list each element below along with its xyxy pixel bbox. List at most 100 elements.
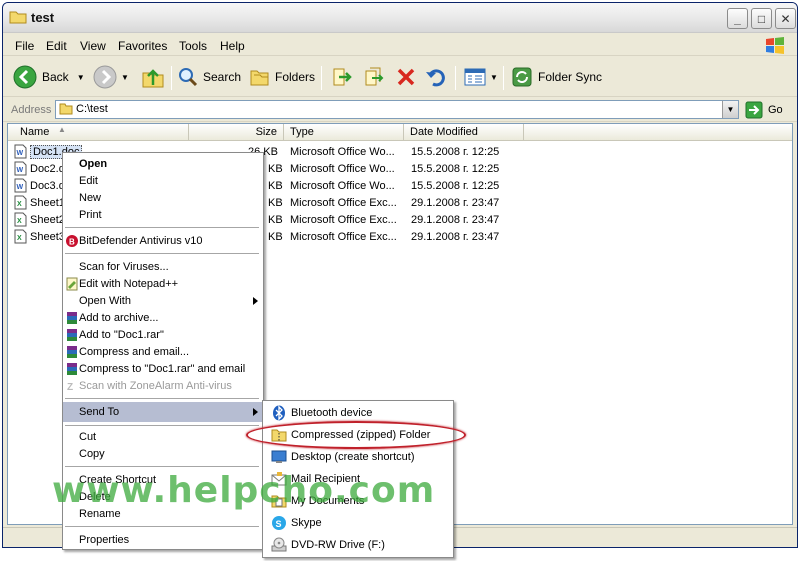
submenu-arrow-icon	[253, 297, 258, 305]
back-dropdown-icon[interactable]: ▼	[77, 73, 85, 82]
send-to-skype[interactable]: S Skype	[263, 512, 453, 534]
file-date: 15.5.2008 г. 12:25	[411, 180, 500, 192]
menu-favorites[interactable]: Favorites	[118, 39, 167, 53]
move-to-button[interactable]	[331, 65, 353, 89]
file-size: KB	[268, 231, 283, 243]
file-type: Microsoft Office Wo...	[290, 146, 395, 158]
column-header-name[interactable]: Name ▲	[8, 124, 189, 141]
column-header-type[interactable]: Type	[284, 124, 404, 141]
views-icon	[464, 68, 486, 86]
file-name: Doc3.d	[30, 180, 65, 192]
menu-item-copy[interactable]: Copy	[63, 446, 263, 463]
sort-ascending-icon: ▲	[58, 125, 66, 134]
folder-sync-label: Folder Sync	[538, 70, 603, 84]
file-date: 29.1.2008 г. 23:47	[411, 214, 500, 226]
search-button[interactable]: Search	[177, 65, 241, 89]
menu-item-bitdefender[interactable]: B BitDefender Antivirus v10	[63, 233, 263, 250]
menu-bar: File Edit View Favorites Tools Help	[3, 34, 797, 56]
search-label: Search	[203, 70, 242, 84]
windows-logo-icon	[766, 37, 784, 54]
menu-edit[interactable]: Edit	[46, 39, 67, 53]
address-input[interactable]: C:\test ▼	[55, 100, 739, 119]
menu-item-scan-viruses[interactable]: Scan for Viruses...	[63, 259, 263, 276]
file-type: Microsoft Office Exc...	[290, 231, 397, 243]
copy-to-button[interactable]	[363, 65, 385, 89]
desktop-icon	[271, 450, 287, 463]
menu-item-cut[interactable]: Cut	[63, 429, 263, 446]
folder-sync-icon	[512, 67, 532, 87]
folder-icon	[59, 103, 73, 115]
folder-icon	[9, 11, 27, 24]
menu-item-send-to[interactable]: Send To	[63, 402, 263, 422]
menu-item-add-rar[interactable]: Add to "Doc1.rar"	[63, 327, 263, 344]
address-bar: Address C:\test ▼ Go	[3, 98, 797, 122]
watermark: www.helpcho.com	[52, 470, 436, 511]
svg-text:X: X	[17, 201, 22, 208]
forward-dropdown-icon[interactable]: ▼	[121, 73, 129, 82]
folder-sync-button[interactable]: Folder Sync	[511, 65, 602, 89]
column-header-filler	[524, 124, 792, 141]
menu-help[interactable]: Help	[220, 39, 245, 53]
title-bar[interactable]: test _ □ ✕	[3, 3, 797, 33]
views-dropdown-icon[interactable]: ▼	[490, 73, 498, 82]
winrar-icon	[67, 312, 77, 324]
submenu-arrow-icon	[253, 408, 258, 416]
undo-button[interactable]	[425, 65, 447, 89]
excel-document-icon: X	[14, 229, 27, 244]
toolbar: Back ▼ ▼ Search Folders ▼ Folder Sync	[3, 57, 797, 97]
go-arrow-icon	[745, 101, 763, 119]
menu-view[interactable]: View	[80, 39, 106, 53]
menu-item-new[interactable]: New	[63, 190, 263, 207]
address-dropdown-button[interactable]: ▼	[722, 101, 738, 118]
menu-item-compress-rar-email[interactable]: Compress to "Doc1.rar" and email	[63, 361, 263, 378]
word-document-icon: W	[14, 161, 27, 176]
close-button[interactable]: ✕	[775, 8, 796, 29]
address-value: C:\test	[76, 103, 108, 115]
maximize-button[interactable]: □	[751, 8, 772, 29]
menu-item-print[interactable]: Print	[63, 207, 263, 224]
svg-text:W: W	[17, 150, 24, 157]
word-document-icon: W	[14, 178, 27, 193]
word-document-icon: W	[14, 144, 27, 159]
file-name: Sheet1	[30, 197, 65, 209]
file-size: KB	[268, 214, 283, 226]
back-button[interactable]: Back ▼	[13, 65, 85, 89]
svg-text:Z: Z	[67, 382, 73, 393]
file-size: KB	[268, 163, 283, 175]
up-folder-icon	[142, 69, 164, 88]
send-to-dvd-drive[interactable]: DVD-RW Drive (F:)	[263, 534, 453, 556]
winrar-icon	[67, 363, 77, 375]
excel-document-icon: X	[14, 212, 27, 227]
excel-document-icon: X	[14, 195, 27, 210]
minimize-button[interactable]: _	[727, 8, 748, 29]
column-header-date-modified[interactable]: Date Modified	[404, 124, 524, 141]
folders-button[interactable]: Folders	[249, 65, 315, 89]
back-arrow-icon	[13, 65, 37, 89]
file-type: Microsoft Office Exc...	[290, 214, 397, 226]
views-button[interactable]: ▼	[463, 65, 498, 89]
undo-icon	[426, 69, 445, 87]
column-header-size[interactable]: Size	[189, 124, 284, 141]
menu-item-open[interactable]: Open	[63, 156, 263, 173]
forward-button[interactable]: ▼	[93, 65, 129, 89]
file-date: 29.1.2008 г. 23:47	[411, 231, 500, 243]
svg-text:X: X	[17, 235, 22, 242]
menu-file[interactable]: File	[15, 39, 34, 53]
menu-item-add-archive[interactable]: Add to archive...	[63, 310, 263, 327]
winrar-icon	[67, 346, 77, 358]
delete-x-icon	[397, 68, 415, 86]
menu-tools[interactable]: Tools	[179, 39, 207, 53]
menu-item-edit-notepad[interactable]: Edit with Notepad++	[63, 276, 263, 293]
up-folder-button[interactable]	[141, 65, 165, 89]
zonealarm-icon: Z	[67, 382, 73, 393]
menu-item-edit[interactable]: Edit	[63, 173, 263, 190]
menu-item-open-with[interactable]: Open With	[63, 293, 263, 310]
file-date: 15.5.2008 г. 12:25	[411, 146, 500, 158]
send-to-desktop[interactable]: Desktop (create shortcut)	[263, 446, 453, 468]
go-button[interactable]: Go	[745, 101, 783, 119]
move-to-icon	[333, 68, 352, 86]
menu-item-properties[interactable]: Properties	[63, 532, 263, 549]
file-name: Sheet3	[30, 231, 65, 243]
menu-item-compress-email[interactable]: Compress and email...	[63, 344, 263, 361]
delete-button[interactable]	[395, 65, 417, 89]
